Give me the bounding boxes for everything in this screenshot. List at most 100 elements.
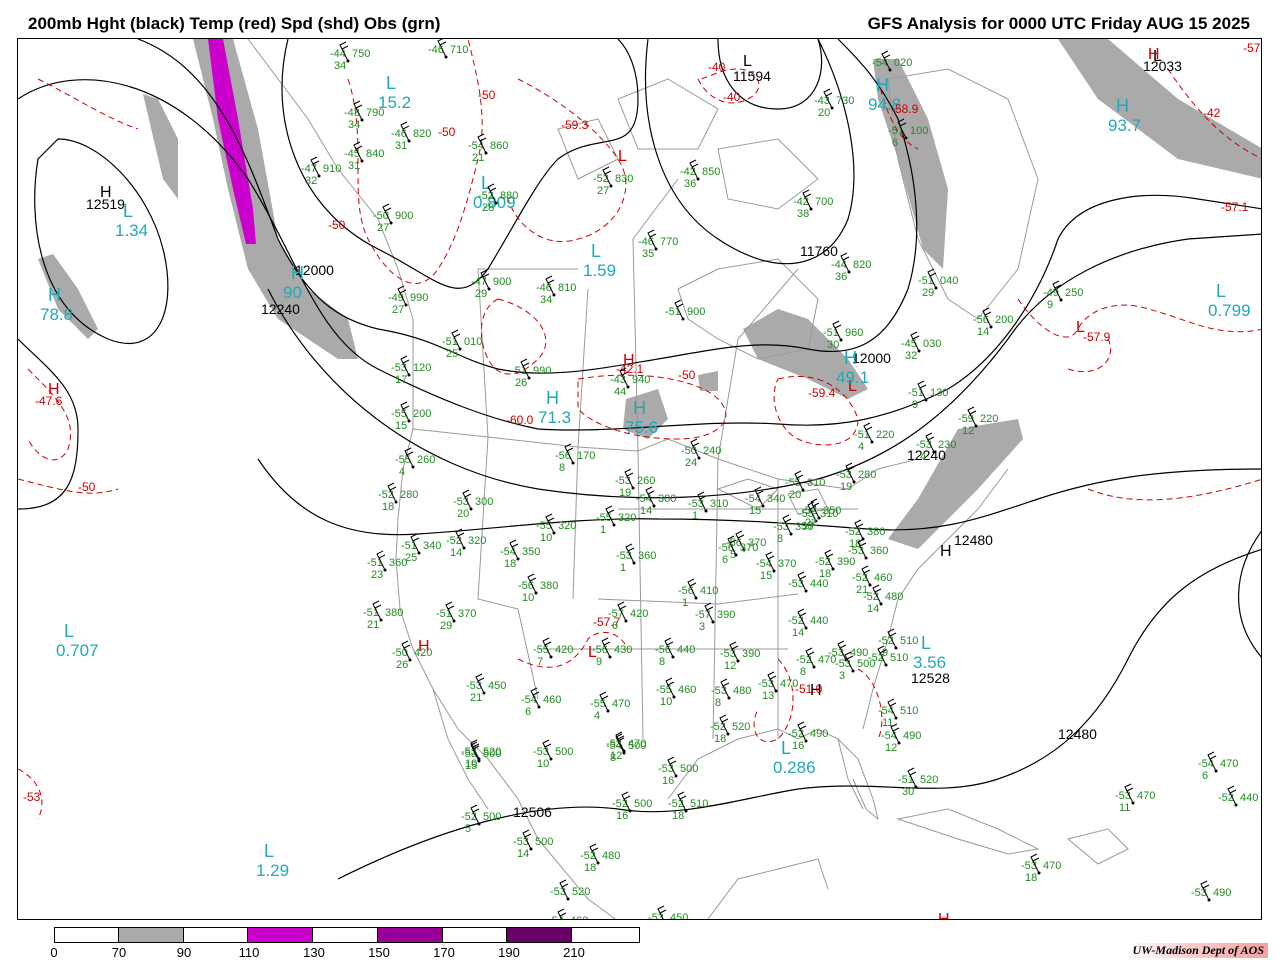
speed-center-letter: H <box>291 263 304 283</box>
speed-center-letter: L <box>781 738 791 758</box>
speed-center-letter: H <box>546 388 559 408</box>
speed-center-letter: H <box>48 285 61 305</box>
station-obs: -53 300 20 <box>453 489 493 520</box>
obs-temperature: -54 <box>872 57 888 69</box>
obs-temperature: -54 <box>468 140 484 152</box>
center-marker: H <box>100 184 112 201</box>
station-obs: -54 300 14 <box>636 486 676 517</box>
obs-height: 030 <box>923 338 941 350</box>
obs-temperature: -49 <box>1043 287 1059 299</box>
obs-temperature: -53 <box>711 685 727 697</box>
obs-height: 360 <box>638 550 656 562</box>
obs-dewpoint: 22 <box>805 517 817 529</box>
obs-dewpoint: 4 <box>920 451 926 463</box>
obs-dewpoint: 15 <box>749 505 761 517</box>
colorbar-tick-label: 0 <box>50 945 58 960</box>
obs-dewpoint: 24 <box>685 457 697 469</box>
obs-dewpoint: 6 <box>525 706 531 718</box>
obs-temperature: -50 <box>392 647 408 659</box>
obs-height: 500 <box>483 811 501 823</box>
obs-dewpoint: 1 <box>692 510 698 522</box>
obs-height: 820 <box>853 259 871 271</box>
obs-temperature: -52 <box>788 615 804 627</box>
obs-height: 040 <box>940 275 958 287</box>
speed-center-letter: H <box>633 398 646 418</box>
obs-height: 310 <box>807 477 825 489</box>
obs-dewpoint: 4 <box>858 441 864 453</box>
obs-dewpoint: 6 <box>722 554 728 566</box>
obs-dewpoint: 6 <box>612 620 618 632</box>
speed-shade-pacific <box>38 254 98 339</box>
obs-dewpoint: 30 <box>827 339 839 351</box>
obs-temperature: -49 <box>388 292 404 304</box>
station-obs: -52 280 18 <box>378 482 418 513</box>
obs-temperature: -53 <box>916 439 932 451</box>
station-obs: -45 030 32 <box>901 331 941 362</box>
cuba <box>896 808 1040 855</box>
station-obs: -53 120 17 <box>391 355 431 386</box>
obs-temperature: -53 <box>788 578 804 590</box>
obs-temperature: -44 <box>831 259 847 271</box>
obs-temperature: -54 <box>1198 758 1214 770</box>
obs-dewpoint: 1 <box>600 524 606 536</box>
station-obs: -56 440 8 <box>655 637 695 668</box>
obs-dewpoint: 25 <box>446 348 458 360</box>
colorbar-segment <box>377 928 443 942</box>
station-obs: -51 370 29 <box>436 601 476 632</box>
obs-dewpoint: 16 <box>792 740 804 752</box>
obs-height: 460 <box>678 684 696 696</box>
station-obs: -42 850 36 <box>680 159 720 190</box>
colorbar-tick-label: 130 <box>303 945 325 960</box>
temperature-label: -47.6 <box>35 394 63 408</box>
speed-center-letter: H <box>1116 96 1129 116</box>
station-obs: -52 510 18 <box>668 791 708 822</box>
obs-temperature: -54 <box>500 546 516 558</box>
obs-temperature: -50 <box>681 445 697 457</box>
colorbar-tick-label: 110 <box>238 945 260 960</box>
obs-height: 320 <box>468 535 486 547</box>
speed-center-value: 71.3 <box>538 408 571 427</box>
station-obs: -52 830 27 <box>593 166 633 197</box>
station-obs: -54 460 6 <box>521 687 561 718</box>
obs-dewpoint: 3 <box>839 670 845 682</box>
obs-height: 770 <box>660 236 678 248</box>
obs-height: 860 <box>490 140 508 152</box>
station-obs: -53 470 18 <box>1021 853 1061 884</box>
obs-height: 390 <box>837 556 855 568</box>
obs-height: 470 <box>1043 860 1061 872</box>
obs-height: 260 <box>637 475 655 487</box>
colorbar-segment <box>248 928 314 942</box>
obs-height: 440 <box>810 578 828 590</box>
obs-height: 200 <box>413 408 431 420</box>
height-contours <box>18 39 1261 880</box>
obs-temperature: -51 <box>436 608 452 620</box>
obs-height: 490 <box>1213 887 1231 899</box>
station-obs: -51 010 25 <box>442 329 482 360</box>
station-obs: -49 250 9 <box>1043 280 1083 311</box>
obs-temperature: -56 <box>592 644 608 656</box>
obs-height: 520 <box>920 774 938 786</box>
obs-height: 280 <box>400 489 418 501</box>
station-obs: -52 520 18 <box>710 714 750 745</box>
station-obs: -55 200 15 <box>391 401 431 432</box>
obs-temperature: -51 <box>367 557 383 569</box>
obs-temperature: -54 <box>606 740 622 752</box>
obs-dewpoint: 16 <box>662 775 674 787</box>
obs-temperature: -46 <box>536 282 552 294</box>
station-obs: -52 480 18 <box>580 843 620 874</box>
obs-temperature: -52 <box>878 635 894 647</box>
obs-dewpoint: 8 <box>777 533 783 545</box>
obs-height: 500 <box>483 748 501 760</box>
obs-temperature: -51 <box>665 306 681 318</box>
station-obs: -46 710 <box>428 39 468 59</box>
obs-temperature: -51 <box>908 387 924 399</box>
obs-dewpoint: 21 <box>367 619 379 631</box>
obs-dewpoint: 20 <box>457 508 469 520</box>
station-obs: -54 860 21 <box>468 133 508 164</box>
temperature-label: -40 <box>708 60 726 74</box>
obs-dewpoint: 27 <box>377 222 389 234</box>
obs-dewpoint: 29 <box>922 287 934 299</box>
obs-height: 960 <box>845 327 863 339</box>
center-marker: H <box>1148 46 1160 63</box>
obs-temperature: -55 <box>395 454 411 466</box>
